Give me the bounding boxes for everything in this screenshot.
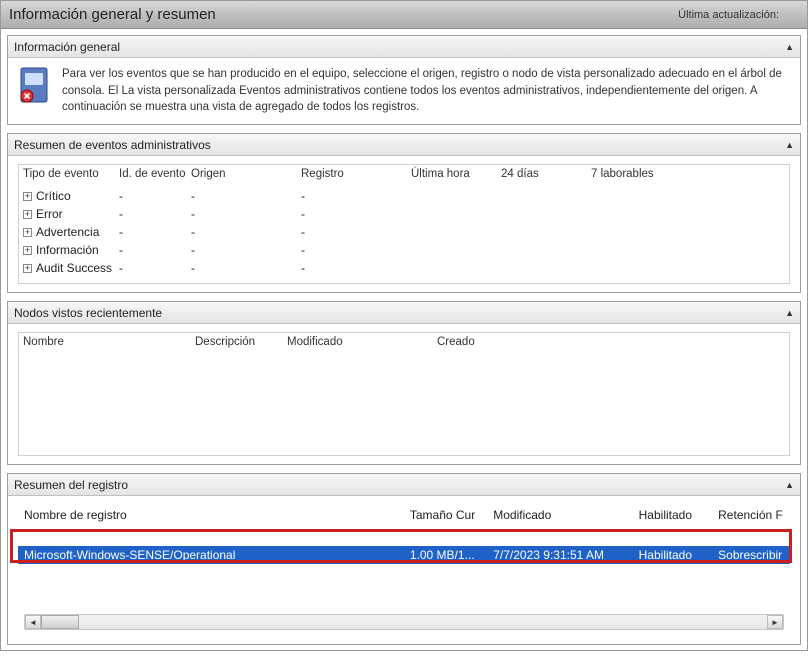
panel-admin-events-title: Resumen de eventos administrativos [14, 138, 785, 152]
col-name[interactable]: Nombre [23, 336, 195, 348]
last-update-label: Última actualización: [678, 9, 799, 21]
col-source[interactable]: Origen [191, 168, 301, 180]
log-row-selected[interactable]: Microsoft-Windows-SENSE/Operational 1.00… [18, 546, 790, 564]
cell-log-name: Microsoft-Windows-SENSE/Operational [22, 548, 410, 562]
page-title: Información general y resumen [9, 6, 678, 23]
col-retention[interactable]: Retención F [718, 508, 786, 522]
titlebar: Información general y resumen Última act… [1, 1, 807, 29]
col-modified[interactable]: Modificado [493, 508, 638, 522]
table-row[interactable]: +Información - - - [19, 241, 789, 259]
panel-log-summary-title: Resumen del registro [14, 478, 785, 492]
col-log-name[interactable]: Nombre de registro [22, 508, 410, 522]
expand-icon[interactable]: + [23, 210, 32, 219]
col-24-days[interactable]: 24 días [501, 168, 591, 180]
admin-events-header-row: Tipo de evento Id. de evento Origen Regi… [19, 165, 789, 183]
table-row[interactable]: +Advertencia - - - [19, 223, 789, 241]
panel-recent-nodes-header[interactable]: Nodos vistos recientemente ▲ [8, 302, 800, 324]
admin-events-grid: Tipo de evento Id. de evento Origen Regi… [18, 164, 790, 284]
expand-icon[interactable]: + [23, 228, 32, 237]
col-modified[interactable]: Modificado [287, 336, 437, 348]
expand-icon[interactable]: + [23, 246, 32, 255]
scroll-left-button[interactable]: ◄ [25, 615, 41, 629]
table-row[interactable]: +Audit Success - - - [19, 259, 789, 277]
chevron-up-icon: ▲ [785, 140, 794, 150]
panel-admin-events: Resumen de eventos administrativos ▲ Tip… [7, 133, 801, 293]
horizontal-scrollbar[interactable]: ◄ ► [24, 614, 784, 630]
table-row[interactable]: +Crítico - - - [19, 187, 789, 205]
panel-info-header[interactable]: Información general ▲ [8, 36, 800, 58]
col-description[interactable]: Descripción [195, 336, 287, 348]
col-enabled[interactable]: Habilitado [639, 508, 719, 522]
scroll-right-button[interactable]: ► [767, 615, 783, 629]
chevron-up-icon: ▲ [785, 308, 794, 318]
panel-admin-events-header[interactable]: Resumen de eventos administrativos ▲ [8, 134, 800, 156]
cell-modified: 7/7/2023 9:31:51 AM [493, 548, 638, 562]
col-created[interactable]: Creado [437, 336, 587, 348]
cell-cur-size: 1.00 MB/1... [410, 548, 493, 562]
col-event-id[interactable]: Id. de evento [119, 168, 191, 180]
col-last-hour[interactable]: Última hora [411, 168, 501, 180]
expand-icon[interactable]: + [23, 192, 32, 201]
panel-info-title: Información general [14, 40, 785, 54]
panel-info: Información general ▲ Para ver los event… [7, 35, 801, 125]
panel-recent-nodes-title: Nodos vistos recientemente [14, 306, 785, 320]
col-cur-size[interactable]: Tamaño Cur [410, 508, 493, 522]
chevron-up-icon: ▲ [785, 42, 794, 52]
recent-nodes-grid: Nombre Descripción Modificado Creado [18, 332, 790, 456]
scroll-thumb[interactable] [41, 615, 79, 629]
expand-icon[interactable]: + [23, 264, 32, 273]
info-description: Para ver los eventos que se han producid… [62, 66, 790, 116]
cell-enabled: Habilitado [639, 548, 719, 562]
panel-log-summary-header[interactable]: Resumen del registro ▲ [8, 474, 800, 496]
panel-recent-nodes: Nodos vistos recientemente ▲ Nombre Desc… [7, 301, 801, 465]
col-event-type[interactable]: Tipo de evento [23, 168, 119, 180]
col-7-work[interactable]: 7 laborables [591, 168, 681, 180]
event-viewer-icon [18, 66, 52, 106]
panel-log-summary: Resumen del registro ▲ Nombre de registr… [7, 473, 801, 645]
cell-retention: Sobrescribir [718, 548, 786, 562]
log-summary-grid: Nombre de registro Tamaño Cur Modificado… [18, 504, 790, 610]
table-row[interactable]: +Error - - - [19, 205, 789, 223]
log-summary-header-row: Nombre de registro Tamaño Cur Modificado… [18, 504, 790, 526]
col-log[interactable]: Registro [301, 168, 411, 180]
chevron-up-icon: ▲ [785, 480, 794, 490]
recent-nodes-header-row: Nombre Descripción Modificado Creado [19, 333, 789, 351]
